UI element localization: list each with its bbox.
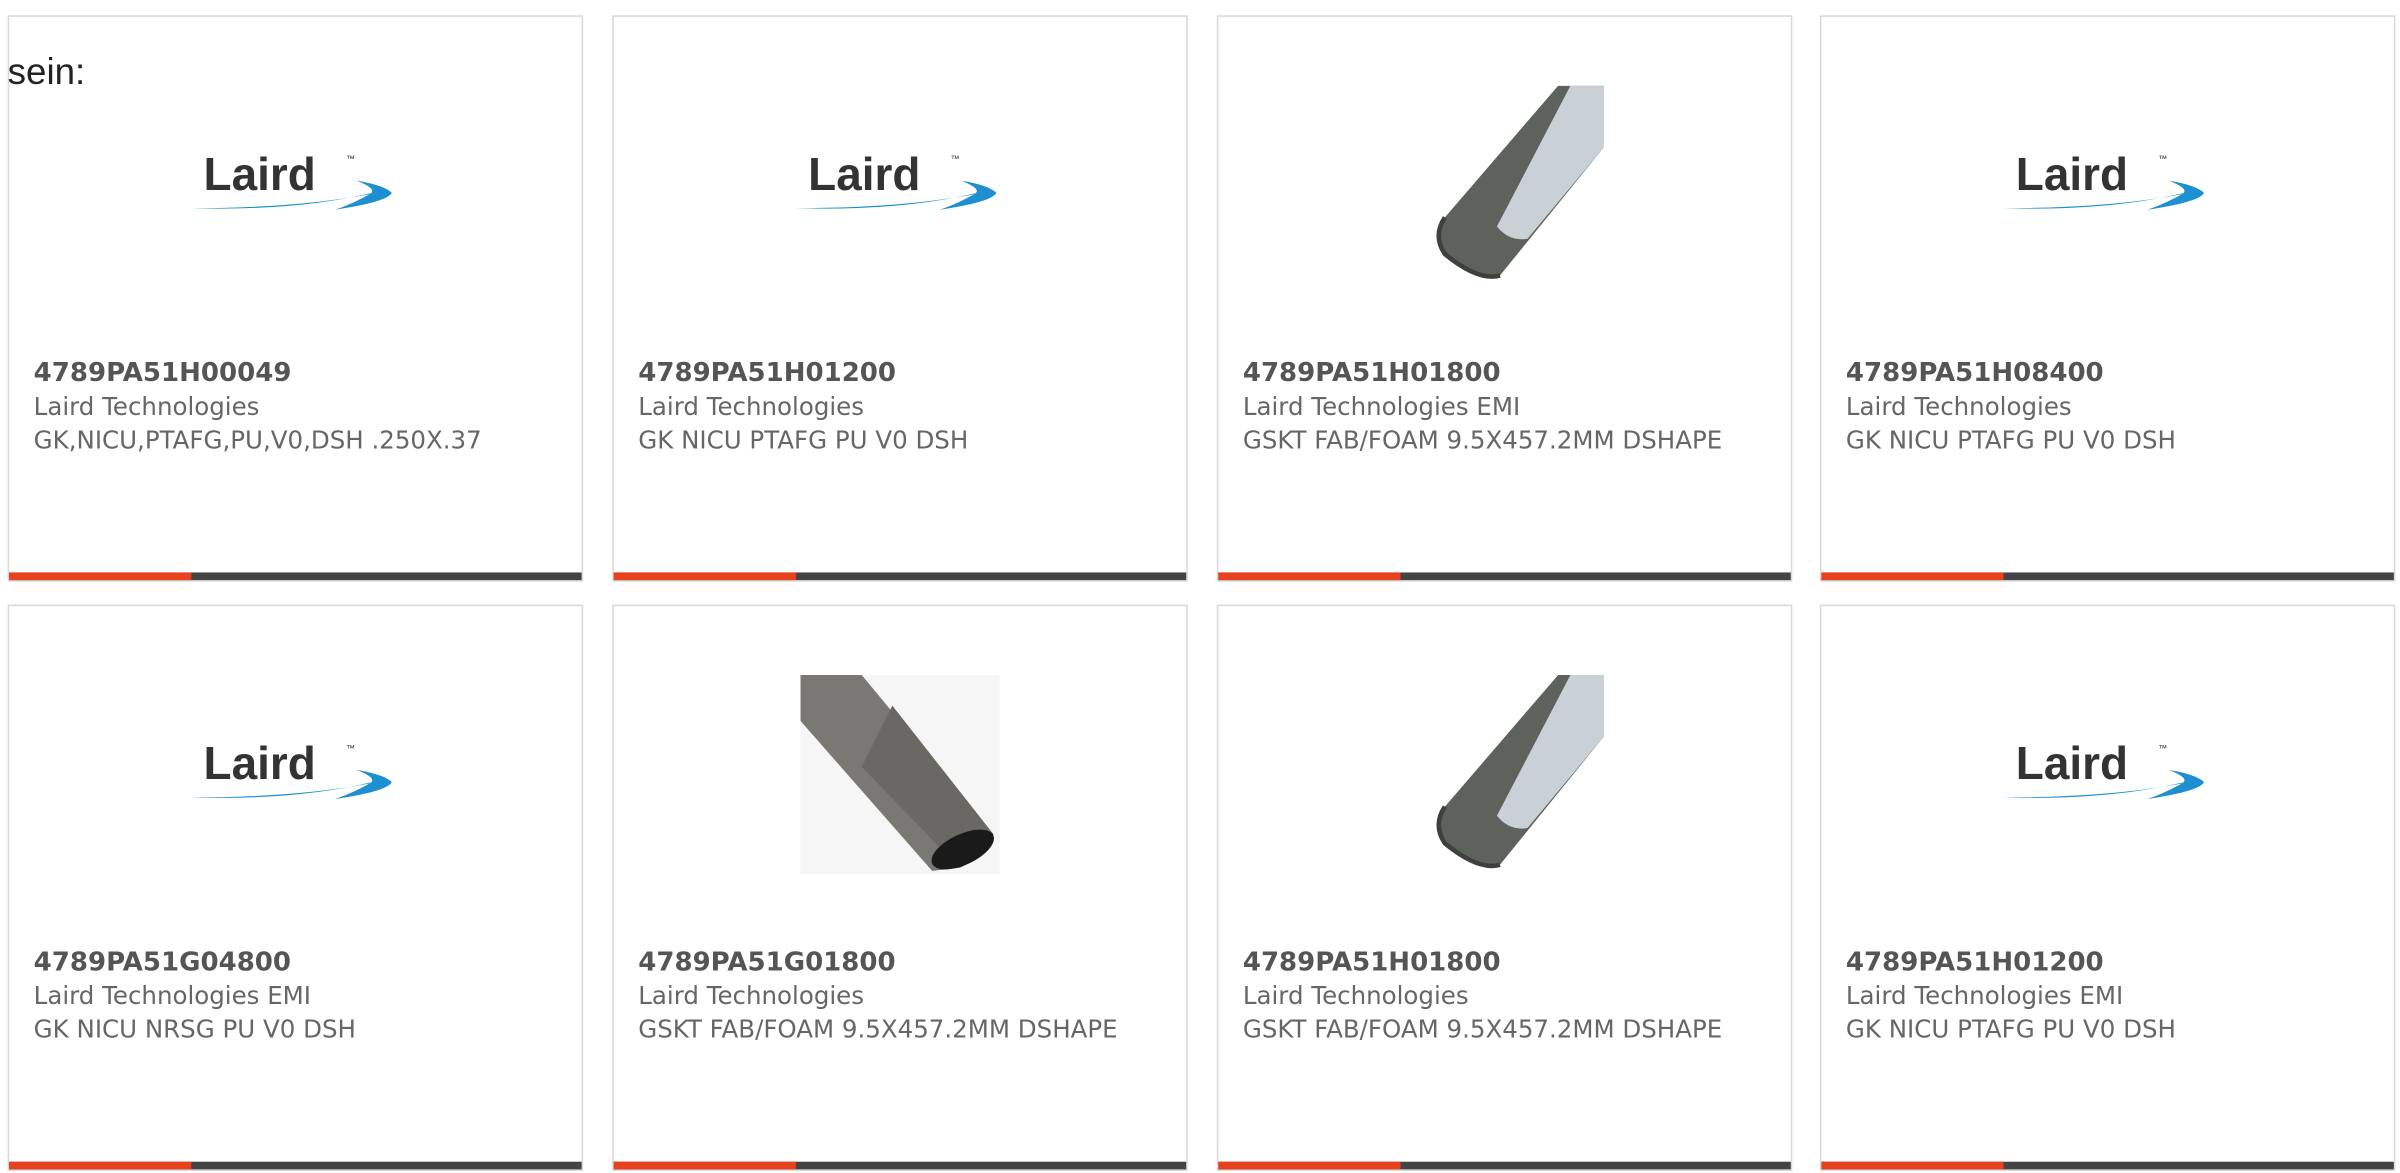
accent-bar: [1821, 1161, 2004, 1170]
description: GSKT FAB/FOAM 9.5X457.2MM DSHAPE: [1242, 425, 1723, 455]
part-number[interactable]: 4789PA51H01200: [638, 357, 1174, 391]
product-card[interactable]: 4789PA51H01800 Laird Technologies EMI GS…: [1216, 15, 1793, 582]
logo-text: Laird: [808, 148, 920, 200]
part-number[interactable]: 4789PA51H01200: [1846, 946, 2382, 980]
manufacturer: Laird Technologies: [638, 391, 864, 421]
card-footer-bar: [1821, 572, 2394, 581]
product-card[interactable]: Laird ™ 4789PA51H00049 Laird Technologies…: [7, 15, 584, 582]
product-image[interactable]: Laird ™: [614, 86, 1186, 285]
laird-logo: Laird ™: [793, 147, 1007, 224]
product-card[interactable]: 4789PA51H01800 Laird Technologies GSKT F…: [1216, 604, 1793, 1171]
card-footer-bar: [9, 1161, 582, 1170]
laird-logo: Laird ™: [188, 736, 402, 813]
description: GK NICU PTAFG PU V0 DSH: [1845, 425, 2176, 455]
product-card[interactable]: Laird ™ 4789PA51H08400 Laird Technologies…: [1819, 15, 2396, 582]
accent-bar: [1218, 1161, 1401, 1170]
product-image[interactable]: Laird ™: [1821, 675, 2393, 874]
accent-bar: [1218, 572, 1401, 581]
accent-bar: [9, 1161, 192, 1170]
product-image[interactable]: [614, 674, 1186, 874]
svg-text:™: ™: [2158, 154, 2167, 164]
card-footer-bar: [1218, 572, 1791, 581]
description: GK,NICU,PTAFG,PU,V0,DSH .250X.37: [33, 425, 482, 455]
manufacturer: Laird Technologies: [638, 981, 864, 1011]
manufacturer: Laird Technologies: [1845, 391, 2072, 421]
card-footer-bar: [613, 1161, 1187, 1170]
part-number[interactable]: 4789PA51H00049: [34, 357, 570, 391]
laird-logo: Laird ™: [188, 147, 402, 224]
product-image[interactable]: Laird ™: [9, 675, 581, 874]
description: GSKT FAB/FOAM 9.5X457.2MM DSHAPE: [1242, 1014, 1723, 1044]
product-card[interactable]: Laird ™ 4789PA51H01200 Laird Technologies…: [612, 15, 1188, 582]
description: GK NICU PTAFG PU V0 DSH: [1845, 1014, 2176, 1044]
product-image[interactable]: [1218, 674, 1790, 874]
accent-bar: [9, 572, 192, 581]
laird-logo: Laird ™: [2000, 147, 2214, 224]
description: GK NICU PTAFG PU V0 DSH: [638, 425, 969, 455]
gasket-photo: [1405, 85, 1605, 285]
manufacturer: Laird Technologies: [1242, 981, 1469, 1011]
logo-text: Laird: [204, 737, 316, 789]
card-footer-bar: [9, 572, 582, 581]
part-number[interactable]: 4789PA51H01800: [1243, 946, 1779, 980]
intro-text: sein:: [7, 52, 86, 94]
svg-text:™: ™: [951, 154, 960, 164]
gasket-photo: [800, 674, 1000, 874]
part-number[interactable]: 4789PA51G01800: [638, 946, 1174, 980]
svg-text:™: ™: [346, 154, 355, 164]
product-card[interactable]: Laird ™ 4789PA51H01200 Laird Technologies…: [1819, 604, 2396, 1171]
product-image[interactable]: Laird ™: [9, 86, 581, 285]
manufacturer: Laird Technologies EMI: [1845, 981, 2124, 1011]
part-number[interactable]: 4789PA51G04800: [34, 946, 570, 980]
svg-text:™: ™: [346, 744, 355, 754]
logo-text: Laird: [2016, 737, 2128, 789]
description: GK NICU NRSG PU V0 DSH: [33, 1014, 356, 1044]
product-card[interactable]: Laird ™ 4789PA51G04800 Laird Technologies…: [7, 604, 584, 1171]
accent-bar: [613, 1161, 796, 1170]
svg-text:™: ™: [2158, 744, 2167, 754]
product-grid: sein: Laird ™ 4789PA51H00049 Laird Techno…: [0, 0, 2400, 1172]
product-image[interactable]: Laird ™: [1821, 86, 2393, 285]
description: GSKT FAB/FOAM 9.5X457.2MM DSHAPE: [638, 1014, 1118, 1044]
card-footer-bar: [613, 572, 1187, 581]
manufacturer: Laird Technologies EMI: [1242, 391, 1521, 421]
part-number[interactable]: 4789PA51H01800: [1243, 357, 1779, 391]
gasket-photo: [1405, 674, 1605, 874]
logo-text: Laird: [204, 148, 316, 200]
manufacturer: Laird Technologies EMI: [33, 981, 312, 1011]
product-card[interactable]: 4789PA51G01800 Laird Technologies GSKT F…: [612, 604, 1188, 1171]
logo-text: Laird: [2016, 148, 2128, 200]
accent-bar: [613, 572, 796, 581]
product-image[interactable]: [1218, 85, 1790, 285]
manufacturer: Laird Technologies: [33, 391, 260, 421]
accent-bar: [1821, 572, 2004, 581]
card-footer-bar: [1821, 1161, 2394, 1170]
part-number[interactable]: 4789PA51H08400: [1846, 357, 2382, 391]
card-footer-bar: [1218, 1161, 1791, 1170]
laird-logo: Laird ™: [2000, 736, 2214, 813]
